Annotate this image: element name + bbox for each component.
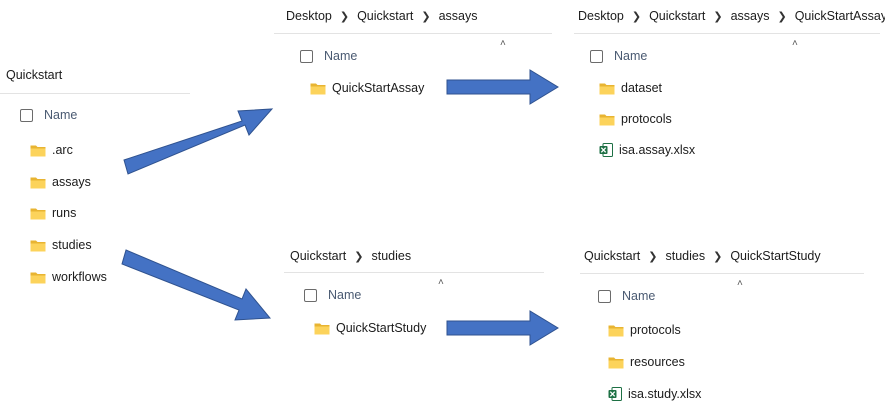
select-all-checkbox[interactable] [590,49,603,63]
select-all-checkbox[interactable] [300,49,313,63]
name-column-header[interactable]: Name [590,49,647,63]
item-label: dataset [621,81,663,95]
sort-ascending-icon[interactable]: ˄ [737,278,743,289]
select-all-checkbox[interactable] [304,288,317,302]
item-label: .arc [52,143,73,157]
list-item[interactable]: QuickStartStudy [314,321,426,335]
name-header-label: Name [614,49,648,63]
item-label: QuickStartAssay [332,81,425,95]
breadcrumb: Desktop ❯ Quickstart ❯ assays ❯ QuickSta… [578,9,885,23]
breadcrumb: Quickstart ❯ studies [290,249,411,263]
item-label: studies [52,238,92,252]
folder-icon [30,240,46,251]
item-label: runs [52,206,77,220]
name-header-label: Name [44,108,78,122]
breadcrumb-item[interactable]: Quickstart [357,9,413,23]
name-column-header[interactable]: Name [300,49,357,63]
breadcrumb-item[interactable]: Desktop [578,9,624,23]
root-title-label: Quickstart [6,68,63,82]
chevron-right-icon: ❯ [777,10,787,23]
item-label: workflows [52,270,107,284]
select-all-checkbox[interactable] [598,289,611,303]
list-item[interactable]: protocols [608,323,681,337]
breadcrumb-item[interactable]: QuickStartAssay [795,9,885,23]
arrow-studies-to-detail [446,310,559,346]
flow-arrows [121,69,559,346]
item-label: assays [52,175,91,189]
chevron-right-icon: ❯ [631,10,642,23]
breadcrumb-item[interactable]: studies [371,249,411,263]
item-label: isa.study.xlsx [628,387,702,401]
list-item[interactable]: QuickStartAssay [310,81,424,95]
breadcrumb-item[interactable]: Quickstart [649,9,705,23]
list-item[interactable]: resources [608,355,685,369]
name-header-label: Name [324,49,358,63]
excel-icon [599,143,613,157]
arrow-assays-to-detail [446,69,559,105]
list-item[interactable]: protocols [599,112,672,126]
folder-icon [30,272,46,283]
list-item[interactable]: .arc [30,143,73,157]
chevron-right-icon: ❯ [339,10,350,23]
folder-icon [30,208,46,219]
chevron-right-icon: ❯ [648,250,658,263]
breadcrumb: Quickstart ❯ studies ❯ QuickStartStudy [584,249,821,263]
divider [574,33,880,34]
folder-icon [314,323,330,334]
sort-ascending-icon[interactable]: ˄ [438,277,444,288]
breadcrumb-item[interactable]: Desktop [286,9,332,23]
breadcrumb-item[interactable]: QuickStartStudy [730,249,820,263]
name-header-label: Name [328,288,362,302]
list-item[interactable]: studies [30,238,92,252]
arrow-root-to-assays [123,108,274,175]
breadcrumb-item[interactable]: Quickstart [290,249,346,263]
folder-icon [310,83,326,94]
name-header-label: Name [622,289,656,303]
chevron-right-icon: ❯ [421,10,431,23]
item-label: protocols [630,323,681,337]
chevron-right-icon: ❯ [713,10,723,23]
folder-icon [30,145,46,156]
folder-icon [599,83,615,94]
breadcrumb: Desktop ❯ Quickstart ❯ assays [286,9,477,23]
divider [284,272,544,273]
list-item[interactable]: isa.study.xlsx [608,387,701,401]
divider [580,273,864,274]
chevron-right-icon: ❯ [713,250,723,263]
list-item[interactable]: isa.assay.xlsx [599,143,695,157]
select-all-checkbox[interactable] [20,108,33,122]
list-item[interactable]: workflows [30,270,107,284]
name-column-header[interactable]: Name [598,289,655,303]
folder-icon [608,357,624,368]
breadcrumb-item[interactable]: Quickstart [584,249,640,263]
root-title: Quickstart [6,68,62,82]
item-label: resources [630,355,685,369]
item-label: protocols [621,112,672,126]
chevron-right-icon: ❯ [354,250,364,263]
breadcrumb-item[interactable]: assays [439,9,478,23]
divider [0,93,190,94]
list-item[interactable]: runs [30,206,76,220]
excel-icon [608,387,622,401]
arrow-root-to-studies [121,249,272,321]
list-item[interactable]: dataset [599,81,662,95]
folder-icon [30,177,46,188]
folder-icon [608,325,624,336]
sort-ascending-icon[interactable]: ˄ [500,38,506,49]
name-column-header[interactable]: Name [20,108,77,122]
sort-ascending-icon[interactable]: ˄ [792,38,798,49]
item-label: isa.assay.xlsx [619,143,696,157]
name-column-header[interactable]: Name [304,288,361,302]
folder-icon [599,114,615,125]
item-label: QuickStartStudy [336,321,427,335]
list-item[interactable]: assays [30,175,91,189]
breadcrumb-item[interactable]: studies [665,249,705,263]
divider [274,33,552,34]
breadcrumb-item[interactable]: assays [731,9,770,23]
